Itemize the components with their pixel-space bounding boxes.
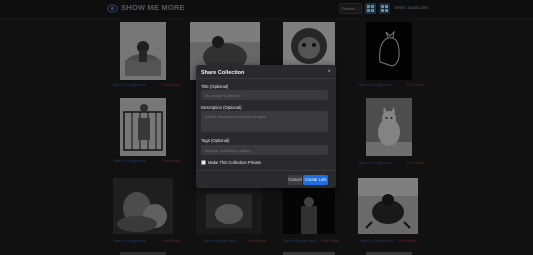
private-checkbox[interactable]: [201, 160, 206, 165]
create-link-button[interactable]: Create Link: [303, 175, 328, 185]
description-label: Description (Optional): [201, 105, 242, 110]
description-input[interactable]: [201, 111, 328, 132]
tags-label: Tags (Optional): [201, 138, 230, 143]
private-checkbox-label: Make This Collection Private: [208, 160, 261, 165]
tags-input[interactable]: [201, 145, 328, 155]
modal-divider: [196, 78, 336, 79]
close-icon[interactable]: ×: [327, 69, 331, 75]
share-collection-modal: Share Collection × Title (Optional) Desc…: [196, 65, 336, 188]
title-label: Title (Optional): [201, 84, 229, 89]
title-input[interactable]: [201, 90, 328, 100]
modal-footer-divider: [196, 170, 336, 171]
modal-title: Share Collection: [201, 70, 245, 76]
cancel-button[interactable]: Cancel: [288, 175, 302, 185]
